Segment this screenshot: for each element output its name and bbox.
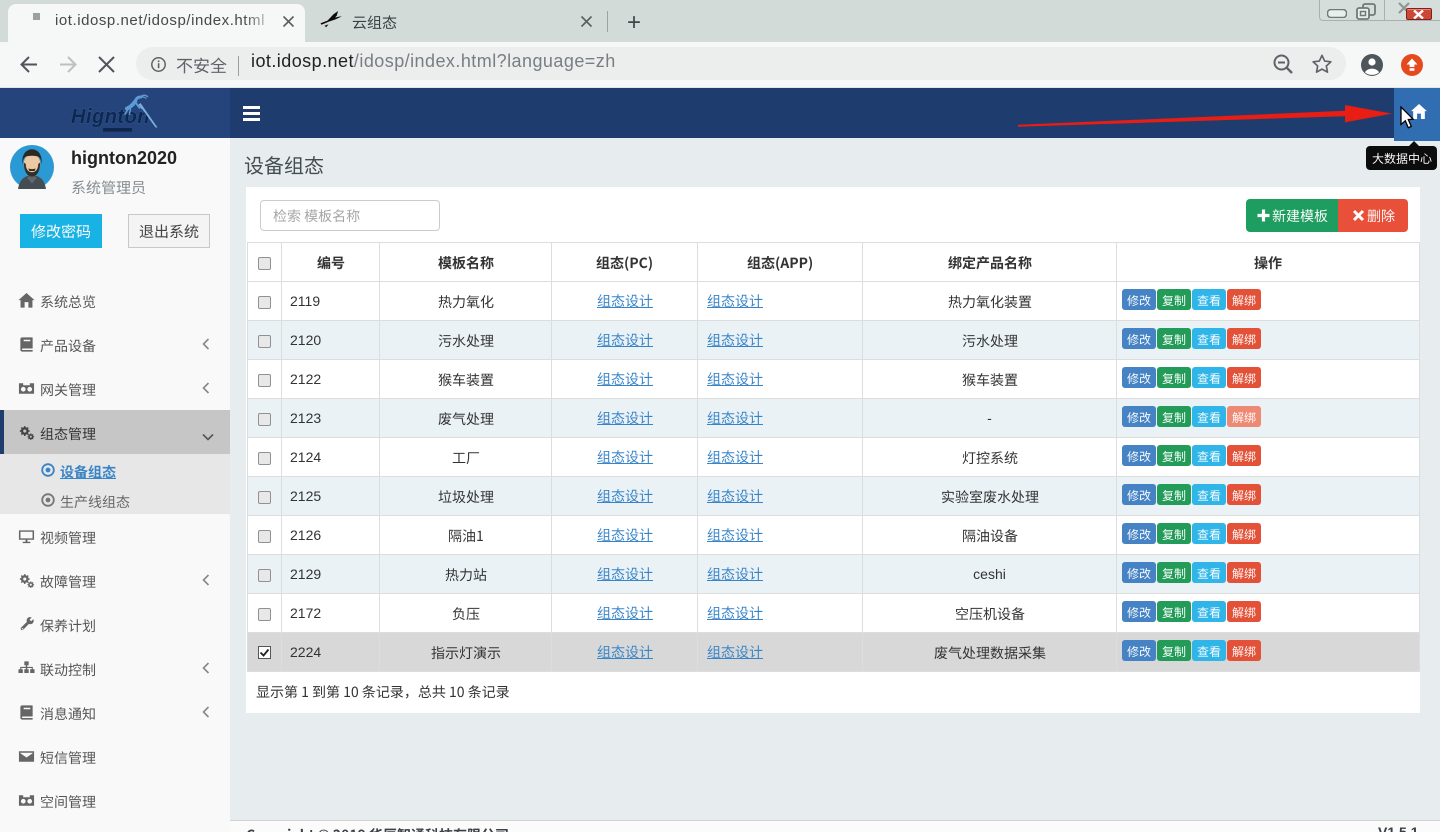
svg-text:Hignton: Hignton	[71, 106, 150, 128]
